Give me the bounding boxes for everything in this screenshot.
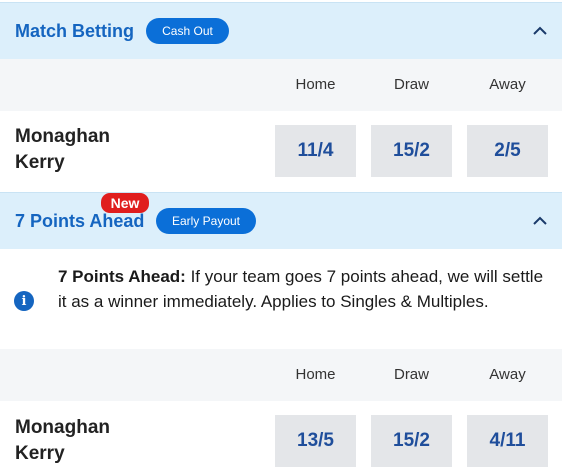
column-draw: Draw	[393, 366, 429, 383]
column-headers: Home Draw Away	[0, 59, 562, 111]
column-headers: Home Draw Away	[0, 349, 562, 401]
away-team-name: Kerry	[15, 443, 65, 464]
home-team-name: Monaghan	[15, 417, 110, 438]
market-title: Match Betting	[15, 20, 134, 41]
column-home: Home	[295, 366, 336, 383]
event-row: Monaghan Kerry 11/4 15/2 2/5	[0, 111, 562, 193]
odds-away-button[interactable]: 4/11	[467, 415, 548, 467]
away-team-name: Kerry	[15, 152, 65, 173]
team-names: Monaghan Kerry	[15, 124, 110, 176]
info-icon: i	[14, 291, 34, 311]
info-text: 7 Points Ahead: If your team goes 7 poin…	[58, 264, 553, 314]
event-row: Monaghan Kerry 13/5 15/2 4/11	[0, 401, 562, 476]
chevron-up-icon[interactable]	[532, 23, 548, 39]
cash-out-badge: Cash Out	[146, 18, 229, 44]
info-bold: 7 Points Ahead:	[58, 267, 186, 286]
odds-draw-button[interactable]: 15/2	[371, 415, 452, 467]
points-ahead-header[interactable]: 7 Points Ahead Early Payout	[0, 192, 562, 249]
odds-home-button[interactable]: 13/5	[275, 415, 356, 467]
column-away: Away	[489, 76, 526, 93]
odds-draw-button[interactable]: 15/2	[371, 125, 452, 177]
info-panel: i 7 Points Ahead: If your team goes 7 po…	[0, 249, 562, 349]
odds-home-button[interactable]: 11/4	[275, 125, 356, 177]
column-draw: Draw	[393, 76, 429, 93]
team-names: Monaghan Kerry	[15, 415, 110, 467]
early-payout-badge: Early Payout	[156, 208, 256, 234]
match-betting-header[interactable]: Match Betting Cash Out	[0, 2, 562, 59]
chevron-up-icon[interactable]	[532, 213, 548, 229]
home-team-name: Monaghan	[15, 126, 110, 147]
new-badge: New	[101, 193, 149, 213]
odds-away-button[interactable]: 2/5	[467, 125, 548, 177]
column-home: Home	[295, 76, 336, 93]
market-title: 7 Points Ahead	[15, 210, 145, 231]
column-away: Away	[489, 366, 526, 383]
